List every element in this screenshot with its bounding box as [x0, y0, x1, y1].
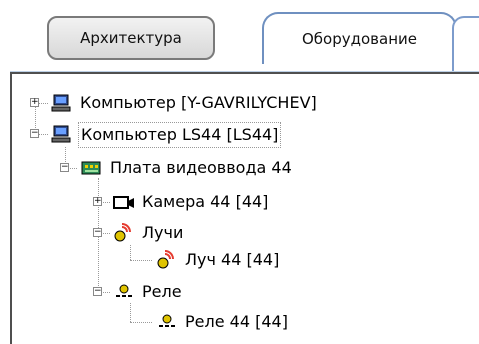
tree-line — [130, 260, 152, 261]
tree-line — [130, 322, 152, 323]
tree-line — [130, 245, 131, 260]
collapse-toggle[interactable]: − — [60, 163, 69, 172]
expand-toggle[interactable]: + — [30, 98, 39, 107]
tree-item-label: Компьютер LS44 [LS44] — [78, 122, 282, 148]
tree-item-label: Лучи — [142, 223, 184, 242]
computer-icon — [51, 125, 71, 143]
collapse-toggle[interactable]: − — [93, 228, 102, 237]
tab-equipment[interactable]: Оборудование — [262, 12, 457, 64]
tab-equipment-label: Оборудование — [302, 30, 417, 48]
rays-icon — [114, 223, 131, 242]
left-frame — [0, 0, 10, 344]
tree-item-label: Реле — [142, 282, 182, 301]
tree-item-label: Луч 44 [44] — [185, 250, 280, 269]
tab-equipment-edge — [452, 16, 479, 71]
camera-icon — [113, 196, 134, 209]
relay-icon — [116, 284, 132, 297]
collapse-toggle[interactable]: − — [30, 129, 39, 138]
expand-toggle[interactable]: + — [93, 197, 102, 206]
tree-item-label: Реле 44 [44] — [185, 312, 288, 331]
collapse-toggle[interactable]: − — [93, 287, 102, 296]
tab-architecture[interactable]: Архитектура — [47, 16, 215, 60]
capture-board-icon — [81, 161, 101, 175]
tab-architecture-label: Архитектура — [80, 29, 182, 47]
relay-item-icon — [159, 314, 175, 327]
ray-icon — [157, 250, 174, 269]
computer-icon — [51, 94, 71, 112]
tree-item-label: Плата видеоввода 44 — [110, 158, 292, 177]
tree-item-label: Камера 44 [44] — [142, 192, 269, 211]
tree-line — [130, 303, 131, 322]
tree-item-label: Компьютер [Y-GAVRILYCHEV] — [80, 93, 317, 112]
tab-bar: Архитектура Оборудование — [0, 0, 479, 344]
